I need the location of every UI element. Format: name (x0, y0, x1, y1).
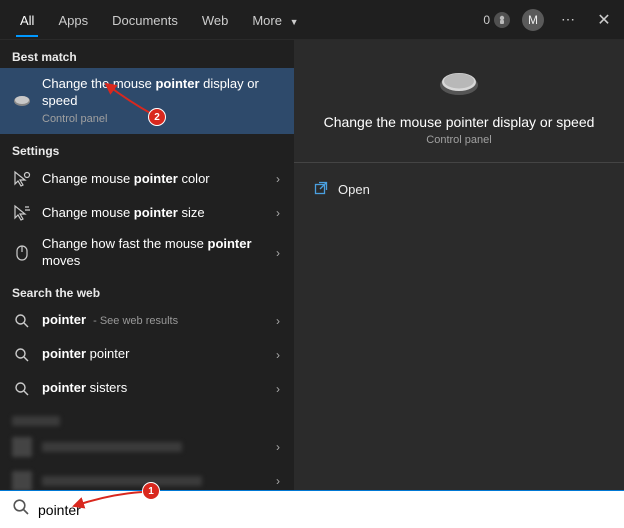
pointer-size-icon (12, 203, 32, 223)
chevron-down-icon: ▼ (290, 17, 299, 27)
web-result-pointer-pointer[interactable]: pointer pointer › (0, 338, 294, 372)
preview-panel: Change the mouse pointer display or spee… (294, 40, 624, 490)
search-icon (12, 345, 32, 365)
tab-web[interactable]: Web (190, 3, 241, 37)
search-bar (0, 490, 624, 528)
search-icon (12, 379, 32, 399)
chevron-right-icon[interactable]: › (272, 246, 284, 260)
best-match-title: Change the mouse pointer display or spee… (42, 76, 284, 110)
top-nav-bar: All Apps Documents Web More ▼ 0 M ⋯ ✕ (0, 0, 624, 40)
best-match-result[interactable]: Change the mouse pointer display or spee… (0, 68, 294, 134)
pointer-color-icon (12, 169, 32, 189)
group-best-match: Best match (0, 40, 294, 68)
chevron-right-icon[interactable]: › (272, 206, 284, 220)
redacted-item[interactable]: › (0, 464, 294, 490)
settings-item-pointer-speed[interactable]: Change how fast the mouse pointer moves … (0, 230, 294, 276)
settings-item-title: Change mouse pointer size (42, 205, 262, 222)
open-label: Open (338, 182, 370, 197)
redacted-item[interactable]: › (0, 430, 294, 464)
web-item-title: pointer sisters (42, 380, 262, 397)
rewards-badge-icon (494, 12, 510, 28)
group-settings: Settings (0, 134, 294, 162)
preview-mouse-icon (314, 68, 604, 98)
group-search-web: Search the web (0, 276, 294, 304)
rewards-count: 0 (483, 13, 490, 27)
more-options-button[interactable]: ⋯ (556, 11, 580, 28)
tab-all[interactable]: All (8, 3, 46, 37)
results-panel: Best match Change the mouse pointer disp… (0, 40, 294, 490)
chevron-right-icon[interactable]: › (272, 382, 284, 396)
settings-item-title: Change mouse pointer color (42, 171, 262, 188)
tab-more-label: More (252, 13, 282, 28)
settings-item-title: Change how fast the mouse pointer moves (42, 236, 262, 270)
web-item-title: pointer pointer (42, 346, 262, 363)
best-match-subtitle: Control panel (42, 112, 284, 126)
preview-subtitle: Control panel (314, 134, 604, 146)
web-result-pointer[interactable]: pointer - See web results › (0, 304, 294, 338)
tab-apps[interactable]: Apps (46, 3, 100, 37)
chevron-right-icon[interactable]: › (272, 474, 284, 488)
settings-item-pointer-size[interactable]: Change mouse pointer size › (0, 196, 294, 230)
tab-more[interactable]: More ▼ (240, 3, 310, 37)
rewards-indicator[interactable]: 0 (483, 12, 510, 28)
open-icon (314, 181, 328, 198)
search-icon (12, 498, 30, 521)
open-action[interactable]: Open (312, 175, 606, 204)
filter-tabs: All Apps Documents Web More ▼ (8, 3, 311, 37)
settings-item-pointer-color[interactable]: Change mouse pointer color › (0, 162, 294, 196)
close-button[interactable]: ✕ (592, 10, 616, 30)
search-icon (12, 311, 32, 331)
file-icon (12, 471, 32, 490)
preview-title: Change the mouse pointer display or spee… (314, 114, 604, 130)
group-redacted (0, 406, 294, 430)
search-input[interactable] (38, 502, 612, 518)
chevron-right-icon[interactable]: › (272, 440, 284, 454)
chevron-right-icon[interactable]: › (272, 314, 284, 328)
chevron-right-icon[interactable]: › (272, 172, 284, 186)
web-result-pointer-sisters[interactable]: pointer sisters › (0, 372, 294, 406)
web-item-title: pointer - See web results (42, 312, 262, 329)
chevron-right-icon[interactable]: › (272, 348, 284, 362)
mouse-outline-icon (12, 243, 32, 263)
user-avatar[interactable]: M (522, 9, 544, 31)
file-icon (12, 437, 32, 457)
tab-documents[interactable]: Documents (100, 3, 190, 37)
mouse-icon (12, 91, 32, 111)
